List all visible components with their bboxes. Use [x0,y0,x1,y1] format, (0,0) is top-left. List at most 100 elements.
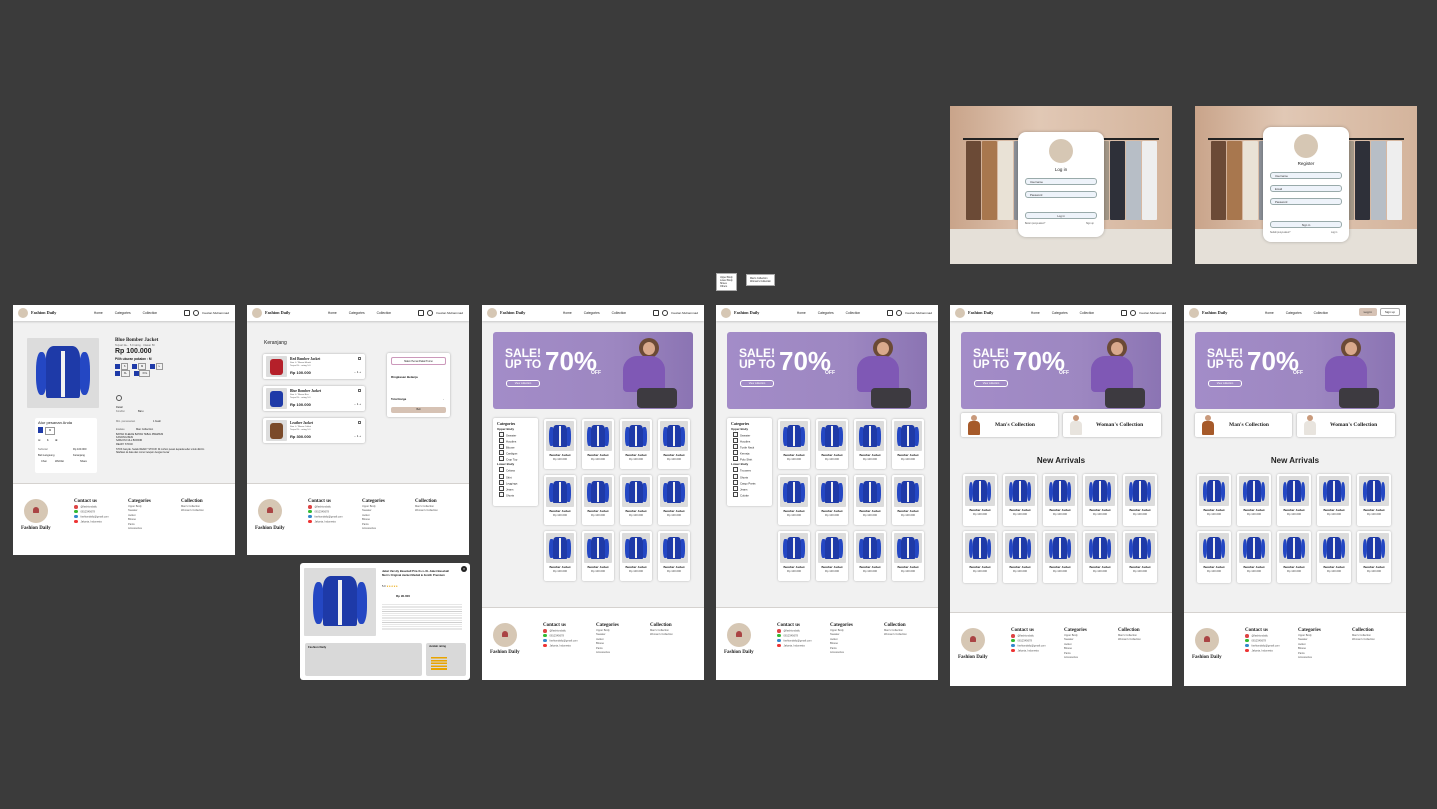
brand-logo[interactable] [721,308,731,318]
location-link[interactable]: Jakarta, Indonesia [74,519,109,525]
brand-logo[interactable] [252,308,262,318]
size-xl[interactable]: XL [120,370,130,377]
product-card[interactable]: Bomber Jacket Rp 100.000 [816,475,848,525]
qty-stepper[interactable]: − 1 + [354,434,361,439]
username-field[interactable]: Username [1025,178,1097,185]
brand-logo[interactable] [1189,308,1199,318]
product-card[interactable]: Bomber Jacket Rp 100.000 [963,531,997,583]
product-card[interactable]: Bomber Jacket Rp 100.000 [582,419,614,469]
product-card[interactable]: Bomber Jacket Rp 100.000 [816,531,848,581]
signup-link[interactable]: Sign up [1086,223,1094,226]
nav-collection[interactable]: Collection [377,311,391,315]
location-link[interactable]: Jakarta, Indonesia [308,519,343,525]
item-checkbox[interactable] [358,421,361,424]
product-card[interactable]: Bomber Jacket Rp 100.000 [1237,531,1271,583]
size-option[interactable] [133,370,139,376]
brand-logo[interactable] [18,308,28,318]
product-card[interactable]: Bomber Jacket Rp 100.000 [620,531,652,581]
footer-coll-link[interactable]: Woman's Collection [181,509,204,513]
qty-value[interactable]: 1 [47,438,49,442]
user-icon[interactable] [193,310,200,316]
nav-home[interactable]: Home [94,311,103,315]
size-xxl[interactable]: XXL [139,370,151,377]
nav-home[interactable]: Home [328,311,337,315]
etalase-value[interactable]: Man Collection [136,428,153,431]
qty-stepper[interactable]: − 1 + [354,370,361,375]
location-link[interactable]: Jakarta, Indonesia [543,643,578,649]
product-card[interactable]: Bomber Jacket Rp 100.000 [544,419,576,469]
footer-cat-link[interactable]: Accessories [362,527,385,531]
product-card[interactable]: Bomber Jacket Rp 100.000 [1197,474,1231,526]
voucher-button[interactable]: Makin Hemat Pakai Promo [391,357,446,365]
register-username-field[interactable]: Username [1270,172,1342,179]
size-m[interactable]: M [137,363,147,370]
filter-checkbox[interactable]: Shorts [497,492,534,498]
product-card[interactable]: Bomber Jacket Rp 100.000 [778,475,810,525]
share-icon[interactable] [116,395,122,401]
product-card[interactable]: Bomber Jacket Rp 100.000 [963,474,997,526]
product-card[interactable]: Bomber Jacket Rp 100.000 [1237,474,1271,526]
product-card[interactable]: Bomber Jacket Rp 100.000 [816,419,848,469]
product-card[interactable]: Bomber Jacket Rp 100.000 [854,475,886,525]
size-option[interactable] [132,363,138,369]
woman-collection-card[interactable]: Woman's Collection [1063,413,1161,437]
user-icon[interactable] [1130,310,1137,316]
chat-button[interactable]: Chat [41,460,46,464]
view-collection-button[interactable]: View collection [1208,380,1242,387]
password-field[interactable]: Password [1025,191,1097,198]
size-l[interactable]: L [155,363,164,370]
product-card[interactable]: Bomber Jacket Rp 100.000 [778,531,810,581]
share-button[interactable]: Share [80,460,87,464]
view-collection-button[interactable]: View collection [506,380,540,387]
location-link[interactable]: Jakarta, Indonesia [1245,648,1280,654]
product-card[interactable]: Bomber Jacket Rp 100.000 [1197,531,1231,583]
size-option[interactable] [115,370,120,376]
product-card[interactable]: Bomber Jacket Rp 100.000 [620,475,652,525]
product-card[interactable]: Bomber Jacket Rp 100.000 [620,419,652,469]
buy-button[interactable]: Beli [391,407,446,413]
email-link[interactable]: fashiondaily@gmail.com [74,514,109,520]
size-option[interactable] [149,363,155,369]
user-name[interactable]: Fauzan Muhammad [202,308,229,318]
product-card[interactable]: Bomber Jacket Rp 100.000 [892,419,924,469]
nav-home[interactable]: Home [797,311,806,315]
login-button[interactable]: Log in [1025,212,1097,219]
footer-cat-link[interactable]: Accessories [596,651,619,655]
item-checkbox[interactable] [358,357,361,360]
size-s[interactable]: S [120,363,129,370]
product-card[interactable]: Bomber Jacket Rp 100.000 [1277,474,1311,526]
add-to-cart-button[interactable]: Keranjang [73,454,85,458]
product-card[interactable]: Bomber Jacket Rp 100.000 [658,475,690,525]
detail-tab[interactable]: Detail [116,406,123,409]
user-name[interactable]: Fauzan Muhammad [436,308,463,318]
register-password-field[interactable]: Password [1270,198,1342,205]
user-icon[interactable] [896,310,903,316]
email-link[interactable]: fashiondaily@gmail.com [1245,643,1280,649]
cart-icon[interactable] [184,310,191,316]
location-link[interactable]: Jakarta, Indonesia [777,643,812,649]
product-card[interactable]: Bomber Jacket Rp 100.000 [544,475,576,525]
nav-categories[interactable]: Categories [818,311,834,315]
product-card[interactable]: Bomber Jacket Rp 100.000 [854,419,886,469]
cart-icon[interactable] [1121,310,1128,316]
email-link[interactable]: fashiondaily@gmail.com [543,638,578,644]
product-card[interactable]: Bomber Jacket Rp 100.000 [1123,531,1157,583]
product-card[interactable]: Bomber Jacket Rp 100.000 [1083,474,1117,526]
location-link[interactable]: Jakarta, Indonesia [1011,648,1046,654]
product-card[interactable]: Bomber Jacket Rp 100.000 [1317,531,1351,583]
product-card[interactable]: Bomber Jacket Rp 100.000 [1277,531,1311,583]
product-card[interactable]: Bomber Jacket Rp 100.000 [582,531,614,581]
user-name[interactable]: Fauzan Muhammad [671,308,698,318]
product-card[interactable]: Bomber Jacket Rp 100.000 [658,419,690,469]
footer-cat-link[interactable]: Accessories [1298,656,1321,660]
buy-now-button[interactable]: Beli Langsung [38,454,54,458]
footer-cat-link[interactable]: Accessories [1064,656,1087,660]
product-card[interactable]: Bomber Jacket Rp 100.000 [1317,474,1351,526]
nav-categories[interactable]: Categories [1286,311,1302,315]
register-email-field[interactable]: Email [1270,185,1342,192]
nav-categories[interactable]: Categories [349,311,365,315]
footer-coll-link[interactable]: Woman's Collection [415,509,438,513]
footer-cat-link[interactable]: Accessories [128,527,151,531]
product-card[interactable]: Bomber Jacket Rp 100.000 [1003,531,1037,583]
man-collection-card[interactable]: Man's Collection [961,413,1058,437]
